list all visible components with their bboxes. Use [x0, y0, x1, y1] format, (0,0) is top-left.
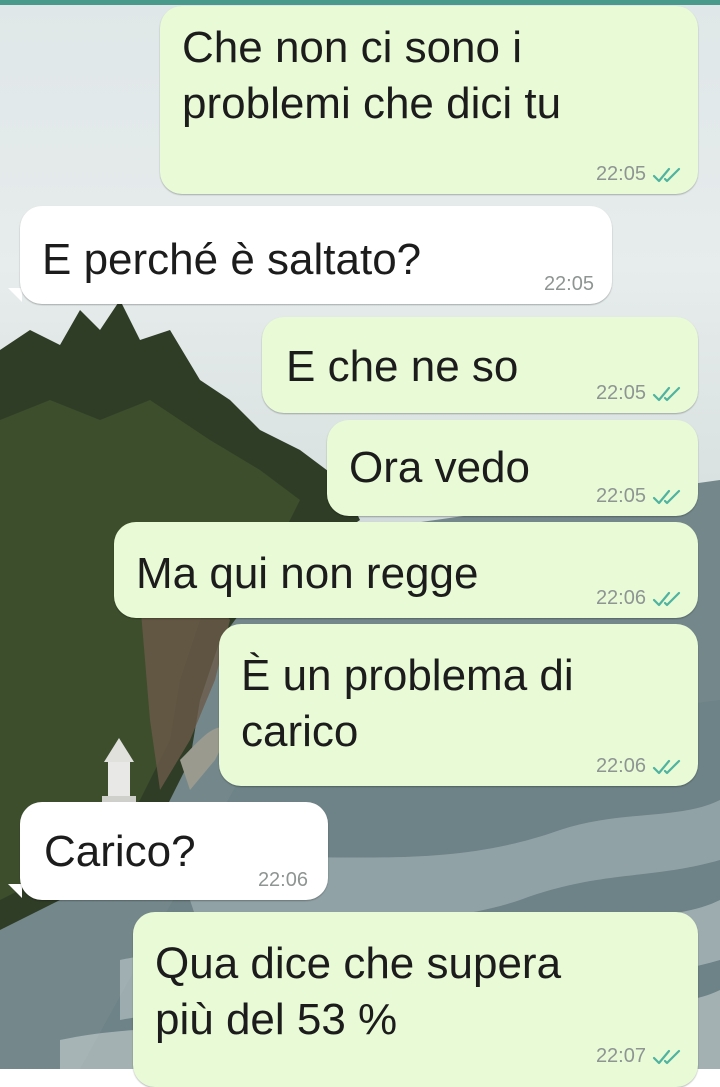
message-text: È un problema di carico	[241, 651, 574, 756]
message-time: 22:06	[595, 755, 646, 777]
message-meta: 22:05	[596, 163, 686, 186]
message-time: 22:05	[595, 163, 646, 185]
message-time: 22:05	[595, 382, 646, 404]
message-meta: 22:05	[596, 382, 686, 405]
message-meta: 22:05	[544, 273, 594, 296]
message-text: Qua dice che supera più del 53 %	[155, 939, 562, 1044]
message-bubble-incoming[interactable]: Carico? 22:06	[20, 802, 328, 900]
message-bubble-outgoing[interactable]: È un problema di carico 22:06	[219, 624, 698, 786]
double-check-icon	[652, 759, 681, 774]
message-meta: 22:06	[596, 587, 686, 610]
message-meta: 22:06	[258, 869, 308, 892]
message-text: Ma qui non regge	[136, 549, 479, 598]
message-text: Carico?	[44, 827, 196, 876]
message-bubble-outgoing[interactable]: E che ne so 22:05	[262, 317, 698, 413]
message-bubble-outgoing[interactable]: Qua dice che supera più del 53 % 22:07	[133, 912, 698, 1087]
double-check-icon	[652, 1049, 681, 1064]
message-time: 22:05	[595, 485, 646, 507]
message-meta: 22:05	[596, 485, 686, 508]
message-bubble-outgoing[interactable]: Ora vedo 22:05	[327, 420, 698, 516]
message-time: 22:07	[595, 1045, 646, 1067]
double-check-icon	[652, 386, 681, 401]
message-bubble-incoming[interactable]: E perché è saltato? 22:05	[20, 206, 612, 304]
double-check-icon	[652, 489, 681, 504]
message-time: 22:06	[257, 869, 308, 891]
message-bubble-outgoing[interactable]: Che non ci sono i problemi che dici tu 2…	[160, 6, 698, 194]
message-bubble-outgoing[interactable]: Ma qui non regge 22:06	[114, 522, 698, 618]
double-check-icon	[652, 167, 681, 182]
bubble-tail	[8, 288, 22, 302]
message-time: 22:05	[543, 273, 594, 295]
bubble-tail	[8, 884, 22, 898]
message-meta: 22:06	[596, 755, 686, 778]
message-time: 22:06	[595, 587, 646, 609]
message-text: E che ne so	[286, 342, 519, 391]
top-accent-bar	[0, 0, 720, 5]
message-text: Ora vedo	[349, 443, 530, 492]
message-text: E perché è saltato?	[42, 235, 422, 284]
double-check-icon	[652, 591, 681, 606]
message-text: Che non ci sono i problemi che dici tu	[182, 23, 562, 128]
message-meta: 22:07	[596, 1045, 686, 1068]
